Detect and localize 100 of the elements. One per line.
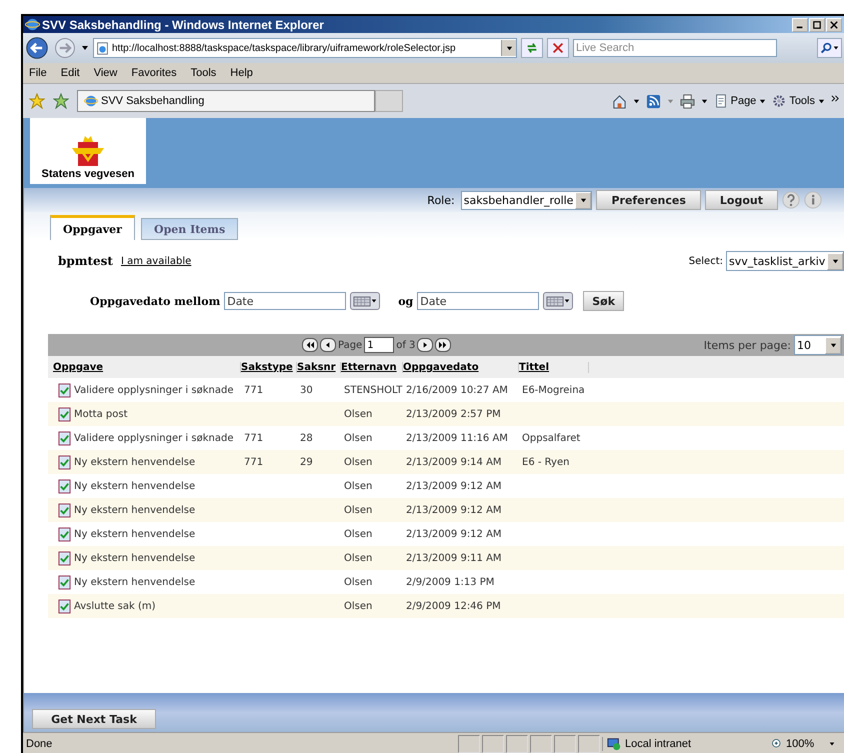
menu-item[interactable]: Favorites <box>131 67 177 79</box>
minimize-button[interactable] <box>792 18 808 32</box>
task-link[interactable]: Validere opplysninger i søknade <box>74 384 244 396</box>
address-field[interactable]: http://localhost:8888/taskspace/taskspace/library/uiframework/roleSelector.jsp <box>93 38 517 58</box>
role-select[interactable]: saksbehandler_rolle <box>460 190 592 210</box>
availability-link[interactable]: I am available <box>120 256 192 266</box>
page-menu[interactable]: Page <box>714 94 766 108</box>
items-per-page-select[interactable]: 10 <box>794 335 842 355</box>
dropdown-button[interactable] <box>501 40 516 56</box>
table-cell-text: 2/13/2009 9:12 AM <box>406 528 503 540</box>
task-link[interactable]: Ny ekstern henvendelse <box>74 504 244 516</box>
table-cell-text: Olsen <box>344 456 374 468</box>
maximize-button[interactable] <box>809 18 825 32</box>
column-header[interactable]: Tittel <box>519 362 589 372</box>
more-chevron-icon[interactable] <box>831 94 840 102</box>
tab[interactable]: Oppgaver <box>50 215 135 240</box>
table-cell-text: Olsen <box>344 600 374 612</box>
last-page-icon <box>438 341 448 349</box>
table-cell-text: Olsen <box>344 480 374 492</box>
calendar-grid-icon <box>546 296 564 306</box>
zoom-control[interactable]: 100% <box>771 738 836 750</box>
stop-icon <box>551 41 565 55</box>
add-favorite-icon[interactable] <box>53 93 69 109</box>
search-button[interactable]: Søk <box>583 291 624 311</box>
caret-icon <box>506 44 512 52</box>
header-button[interactable]: Logout <box>704 190 778 210</box>
task-link[interactable]: Ny ekstern henvendelse <box>74 456 244 468</box>
security-zone: Local intranet <box>602 737 757 751</box>
menu-item[interactable]: Tools <box>190 67 216 79</box>
first-page-button[interactable] <box>302 338 318 352</box>
menu-item[interactable]: Edit <box>60 67 80 79</box>
task-checklist-icon <box>58 550 71 566</box>
favorites-star-icon[interactable] <box>29 93 45 109</box>
caret-icon[interactable] <box>700 98 708 104</box>
column-header[interactable]: Oppgavedato <box>403 362 519 372</box>
previous-page-icon <box>324 341 332 349</box>
maximize-icon <box>813 20 821 28</box>
caret-icon <box>818 98 825 104</box>
back-button[interactable] <box>25 36 49 60</box>
page-count: of 3 <box>396 340 416 350</box>
next-page-icon <box>421 341 430 349</box>
task-link[interactable]: Avslutte sak (m) <box>74 600 244 612</box>
column-header[interactable]: Oppgave <box>53 362 241 372</box>
column-header[interactable]: Saksnr <box>297 362 341 372</box>
browser-logo-icon <box>84 94 98 108</box>
table-cell-text: 2/13/2009 11:16 AM <box>406 432 509 444</box>
caret-icon <box>833 45 839 51</box>
table-cell-text: Olsen <box>344 408 374 420</box>
menu-item[interactable]: File <box>29 67 47 79</box>
date-field[interactable]: Date <box>224 292 346 310</box>
column-header[interactable]: Sakstype <box>241 362 297 372</box>
task-link[interactable]: Ny ekstern henvendelse <box>74 552 244 564</box>
calendar-button[interactable] <box>350 292 380 310</box>
table-cell-text: Olsen <box>344 528 374 540</box>
previous-page-button[interactable] <box>320 338 336 352</box>
tools-menu[interactable]: Tools <box>772 94 825 108</box>
table-cell-text: E6-Mogreina <box>522 384 586 396</box>
tasklist-select[interactable]: svv_tasklist_arkiv <box>726 251 844 271</box>
header-button[interactable]: Preferences <box>596 190 701 210</box>
caret-icon[interactable] <box>632 98 640 104</box>
task-checklist-icon <box>58 574 71 590</box>
tab[interactable]: Open Items <box>140 218 238 240</box>
last-page-button[interactable] <box>435 338 452 352</box>
printer-icon[interactable] <box>680 94 695 108</box>
history-dropdown-icon[interactable] <box>81 44 89 52</box>
table-cell-text: 2/16/2009 10:27 AM <box>406 384 509 396</box>
page-icon <box>96 42 109 54</box>
task-link[interactable]: Ny ekstern henvendelse <box>74 480 244 492</box>
task-checklist-icon <box>58 382 71 398</box>
status-panel <box>554 735 576 753</box>
help-icon[interactable] <box>782 191 800 209</box>
browser-tab[interactable]: SVV Saksbehandling <box>77 90 375 112</box>
search-button[interactable] <box>817 38 842 58</box>
date-field[interactable]: Date <box>417 292 540 310</box>
table-cell-text: Olsen <box>344 504 374 516</box>
page-field[interactable]: 1 <box>364 337 394 353</box>
info-icon[interactable] <box>804 191 822 209</box>
task-link[interactable]: Ny ekstern henvendelse <box>74 528 244 540</box>
refresh-button[interactable] <box>521 38 543 58</box>
task-link[interactable]: Motta post <box>74 408 244 420</box>
table-cell-text: 2/9/2009 1:13 PM <box>406 576 496 588</box>
status-panel <box>530 735 552 753</box>
task-link[interactable]: Ny ekstern henvendelse <box>74 576 244 588</box>
user-name: bpmtest <box>58 254 113 268</box>
table-cell-text: 2/13/2009 9:11 AM <box>406 552 503 564</box>
task-checklist-icon <box>58 454 71 470</box>
get-next-task-button[interactable]: Get Next Task <box>32 709 156 729</box>
close-button[interactable] <box>826 18 842 32</box>
search-field[interactable]: Live Search <box>573 39 777 57</box>
task-link[interactable]: Validere opplysninger i søknade <box>74 432 244 444</box>
task-checklist-icon <box>58 502 71 518</box>
feeds-icon[interactable] <box>646 94 661 108</box>
next-page-button[interactable] <box>417 338 434 352</box>
menu-item[interactable]: Help <box>230 67 253 79</box>
home-icon[interactable] <box>612 94 627 108</box>
calendar-button[interactable] <box>543 292 574 310</box>
status-panel <box>506 735 528 753</box>
menu-item[interactable]: View <box>94 67 118 79</box>
column-header[interactable]: Etternavn <box>341 362 403 372</box>
stop-button[interactable] <box>547 38 569 58</box>
